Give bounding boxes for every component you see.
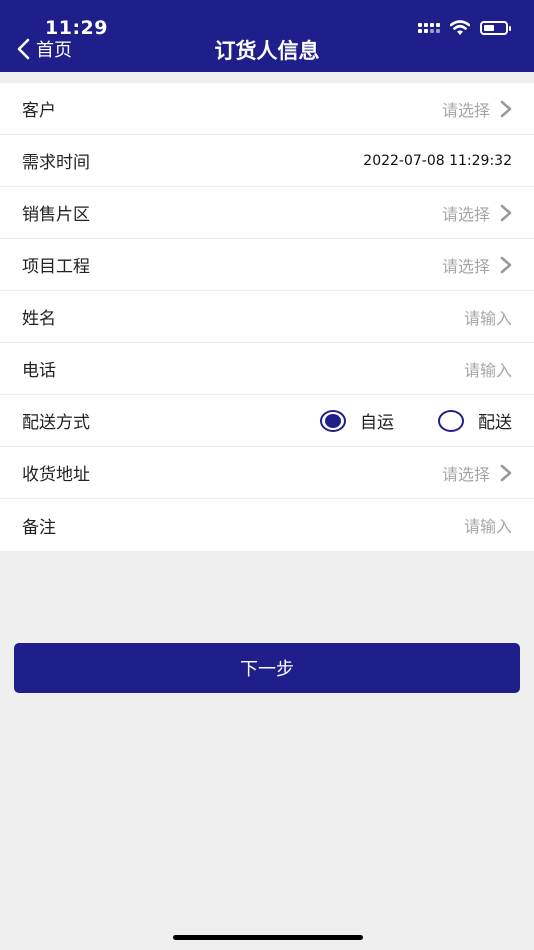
field-remarks[interactable]: 备注 请输入 — [0, 499, 534, 551]
chevron-right-icon — [500, 204, 512, 221]
field-customer[interactable]: 客户 请选择 — [0, 83, 534, 135]
radio-unchecked-icon — [438, 409, 464, 432]
nav-header: 11:29 首页 订货人信息 — [0, 0, 534, 72]
field-label: 姓名 — [22, 309, 56, 329]
order-form: 客户 请选择 需求时间 2022-07-08 11:29:32 销售片区 请选择… — [0, 83, 534, 551]
chevron-right-icon — [500, 256, 512, 273]
field-demand-time[interactable]: 需求时间 2022-07-08 11:29:32 — [0, 135, 534, 187]
battery-icon — [480, 21, 511, 35]
field-label: 备注 — [22, 517, 56, 538]
project-select-placeholder: 请选择 — [441, 256, 490, 276]
wifi-icon — [450, 20, 470, 35]
radio-checked-icon — [320, 409, 346, 432]
field-label: 客户 — [22, 101, 56, 121]
address-select-placeholder: 请选择 — [441, 464, 490, 484]
field-label: 收货地址 — [22, 465, 90, 485]
customer-select-placeholder: 请选择 — [441, 100, 490, 120]
page-title: 订货人信息 — [214, 39, 320, 63]
radio-label: 自运 — [360, 413, 394, 433]
remarks-input[interactable]: 请输入 — [464, 513, 512, 537]
field-phone[interactable]: 电话 请输入 — [0, 343, 534, 395]
field-label: 配送方式 — [22, 413, 90, 433]
signal-icon — [418, 23, 440, 33]
name-input[interactable]: 请输入 — [464, 305, 512, 329]
radio-self-pickup[interactable]: 自运 — [320, 408, 394, 433]
field-project[interactable]: 项目工程 请选择 — [0, 239, 534, 291]
radio-delivery[interactable]: 配送 — [438, 408, 512, 433]
field-label: 项目工程 — [22, 257, 90, 277]
field-label: 销售片区 — [22, 205, 90, 225]
chevron-right-icon — [500, 464, 512, 481]
radio-label: 配送 — [478, 413, 512, 433]
next-step-button[interactable]: 下一步 — [14, 643, 520, 693]
home-indicator — [173, 935, 363, 940]
field-delivery-method: 配送方式 自运 配送 — [0, 395, 534, 447]
field-shipping-address[interactable]: 收货地址 请选择 — [0, 447, 534, 499]
field-label: 电话 — [22, 361, 56, 381]
field-name[interactable]: 姓名 请输入 — [0, 291, 534, 343]
phone-input[interactable]: 请输入 — [464, 357, 512, 381]
sales-area-select-placeholder: 请选择 — [441, 204, 490, 224]
delivery-method-radio-group: 自运 配送 — [320, 408, 512, 433]
field-label: 需求时间 — [22, 153, 90, 173]
demand-time-value: 2022-07-08 11:29:32 — [363, 152, 512, 169]
field-sales-area[interactable]: 销售片区 请选择 — [0, 187, 534, 239]
status-icons — [418, 20, 511, 36]
chevron-right-icon — [500, 100, 512, 117]
